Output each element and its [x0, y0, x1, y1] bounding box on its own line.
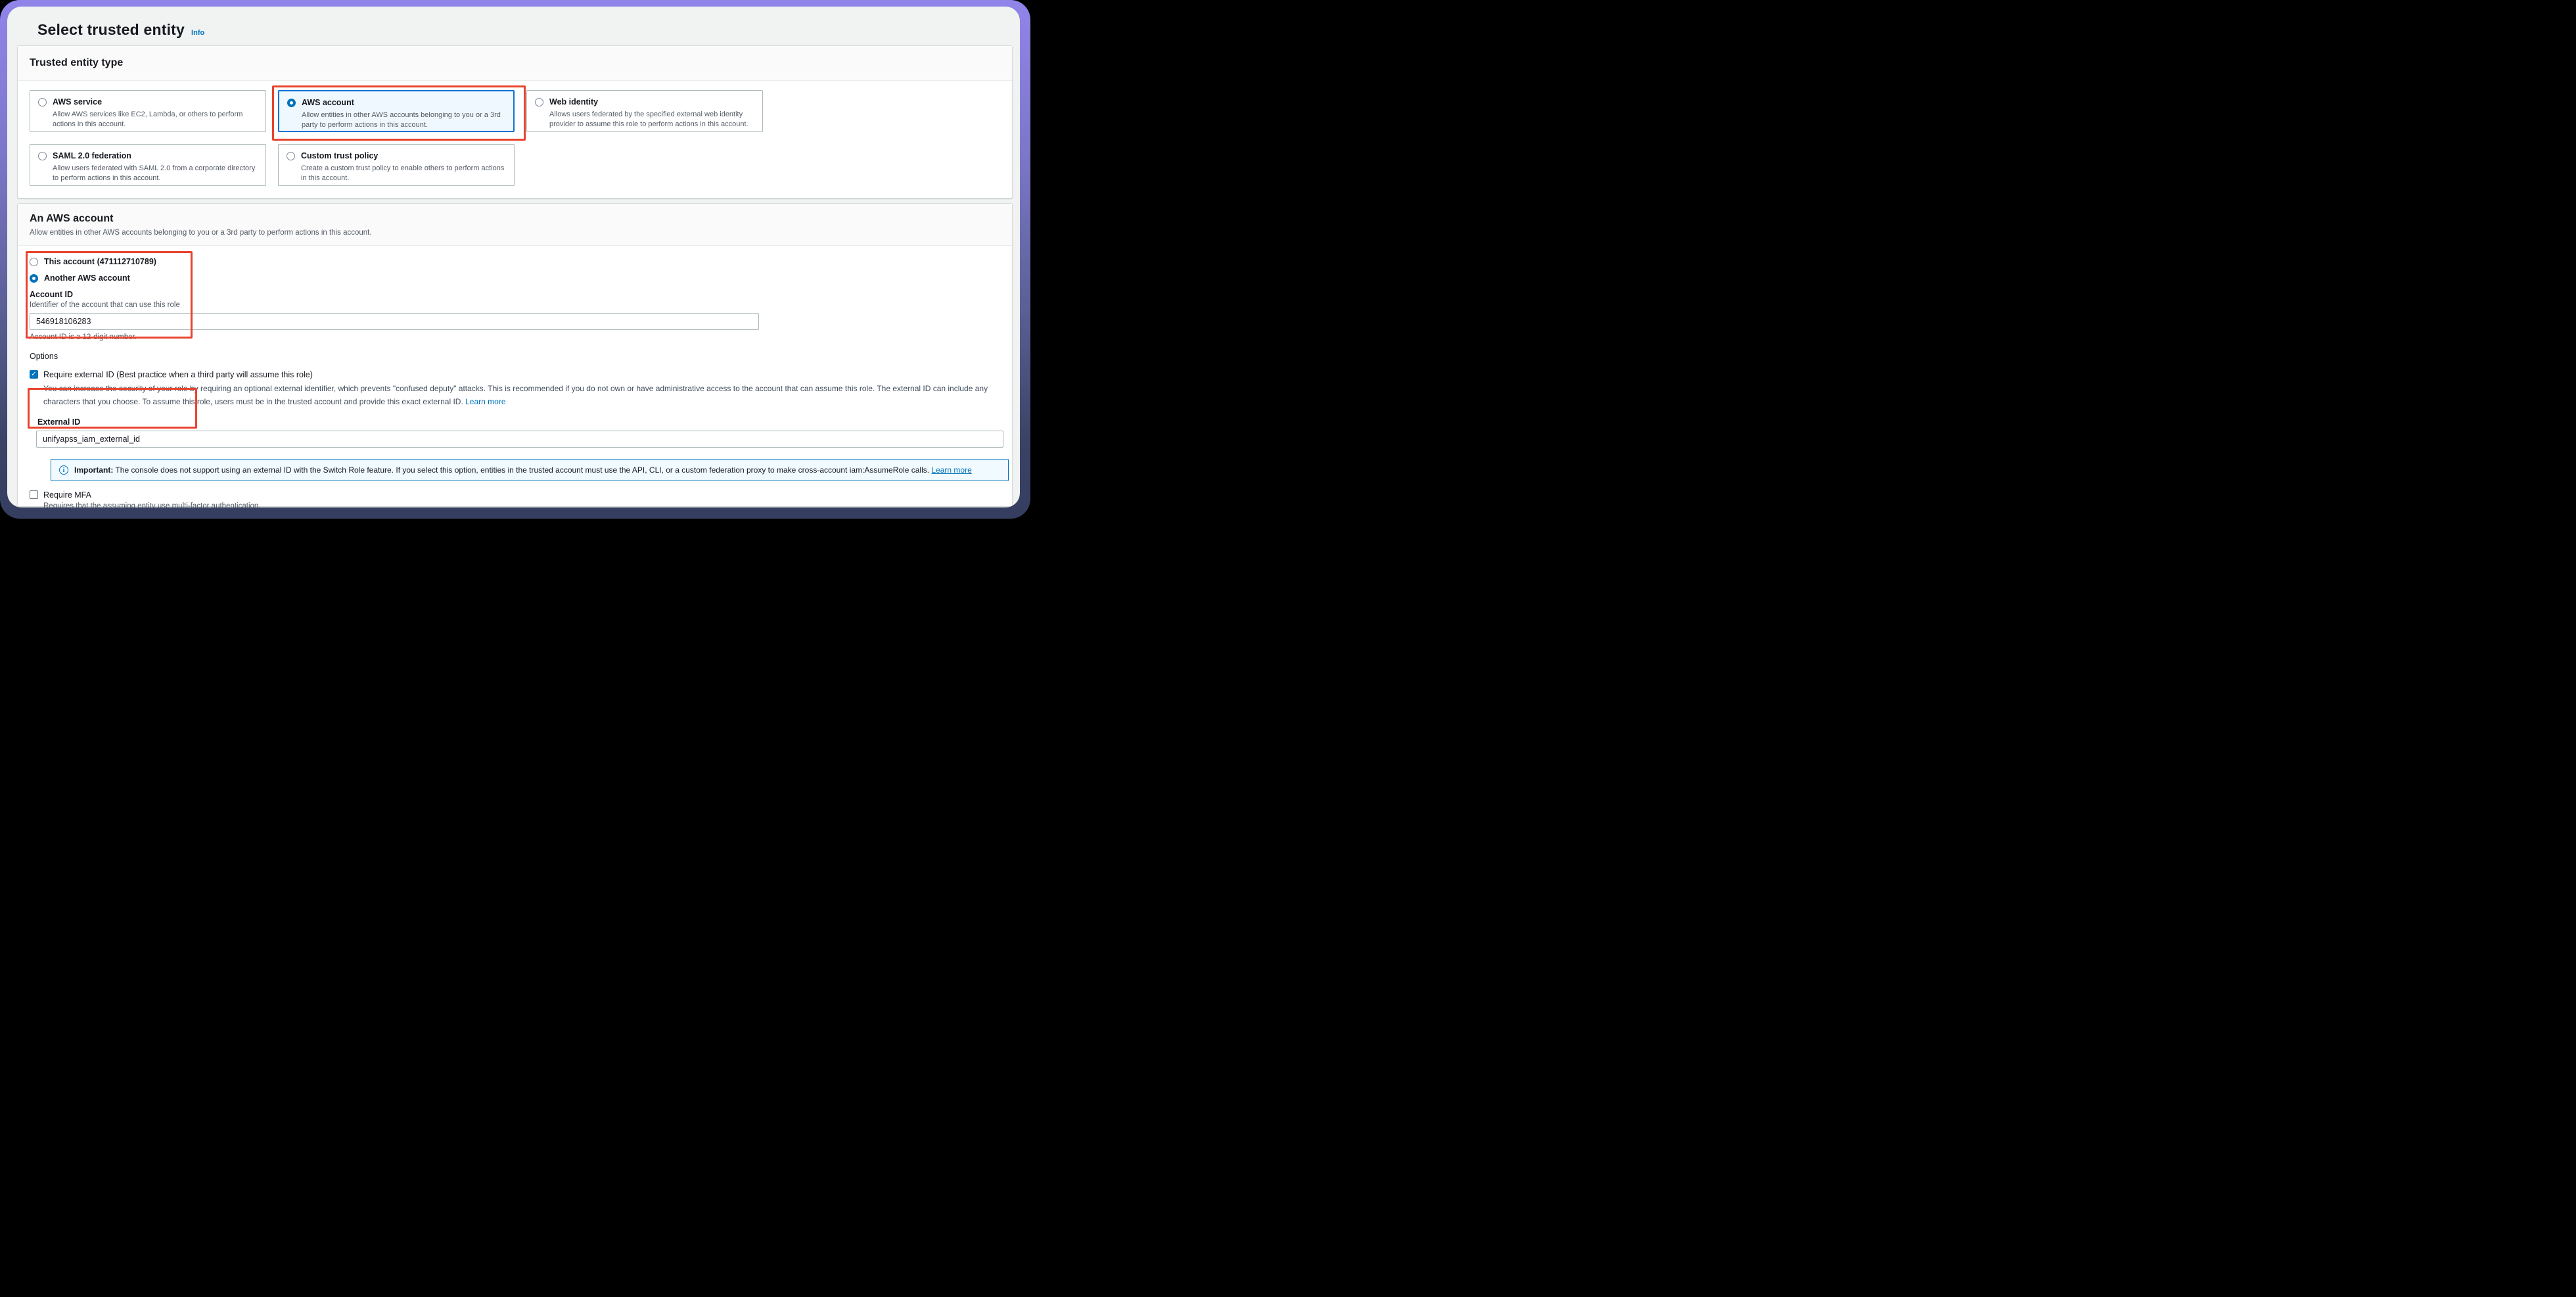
banner-text: Important: The console does not support … [74, 465, 972, 475]
banner-learn-more-link[interactable]: Learn more [931, 465, 971, 475]
radio-selected-icon[interactable] [287, 99, 296, 107]
tile-description: Create a custom trust policy to enable o… [301, 164, 506, 185]
tile-aws-account[interactable]: AWS account Allow entities in other AWS … [278, 90, 515, 132]
trusted-entity-type-header: Trusted entity type [18, 46, 1012, 81]
page-panel: Select trusted entity Info Trusted entit… [7, 7, 1020, 507]
options-label: Options [30, 352, 1000, 361]
tile-description: Allow AWS services like EC2, Lambda, or … [53, 110, 258, 131]
tile-label: Web identity [549, 97, 754, 108]
tile-custom-trust-policy[interactable]: Custom trust policy Create a custom trus… [278, 144, 515, 186]
trusted-entity-type-title: Trusted entity type [30, 57, 1000, 69]
description-text: You can increase the security of your ro… [43, 384, 988, 406]
tile-aws-service[interactable]: AWS service Allow AWS services like EC2,… [30, 90, 266, 132]
tile-description: Allows users federated by the specified … [549, 110, 754, 131]
info-icon: i [59, 465, 68, 475]
radio-another-aws-account[interactable]: Another AWS account [30, 273, 1000, 283]
account-id-label: Account ID [30, 290, 1000, 299]
radio-label: This account (471112710789) [44, 257, 156, 266]
checkbox-checked-icon[interactable]: ✓ [30, 370, 38, 379]
page-header: Select trusted entity Info [37, 21, 204, 39]
page-title: Select trusted entity [37, 21, 185, 39]
tile-label: AWS service [53, 97, 258, 108]
account-id-input[interactable] [30, 313, 759, 330]
checkbox-unchecked-icon[interactable] [30, 490, 38, 499]
radio-unselected-icon[interactable] [535, 98, 543, 106]
tile-label: Custom trust policy [301, 151, 506, 162]
tile-web-identity[interactable]: Web identity Allows users federated by t… [526, 90, 763, 132]
require-mfa-checkbox-row[interactable]: Require MFA [30, 490, 1000, 500]
an-aws-account-description: Allow entities in other AWS accounts bel… [30, 229, 372, 237]
account-id-helper: Account ID is a 12-digit number. [30, 333, 1000, 341]
checkbox-label: Require MFA [43, 490, 91, 500]
require-mfa-description: Requires that the assuming entity use mu… [43, 502, 1000, 507]
trusted-entity-tiles: AWS service Allow AWS services like EC2,… [30, 90, 1012, 186]
account-id-description: Identifier of the account that can use t… [30, 301, 1000, 309]
require-external-id-description: You can increase the security of your ro… [43, 383, 998, 409]
external-id-input[interactable] [36, 431, 1003, 448]
tile-label: AWS account [302, 97, 505, 109]
checkbox-label: Require external ID (Best practice when … [43, 369, 313, 380]
radio-label: Another AWS account [44, 273, 130, 283]
radio-unselected-icon[interactable] [38, 152, 47, 160]
an-aws-account-card: An AWS account Allow entities in other A… [17, 203, 1013, 507]
tile-description: Allow users federated with SAML 2.0 from… [53, 164, 258, 185]
an-aws-account-body: This account (471112710789) Another AWS … [18, 256, 1012, 507]
an-aws-account-header: An AWS account Allow entities in other A… [18, 204, 1012, 246]
banner-body: The console does not support using an ex… [113, 465, 931, 475]
radio-unselected-icon[interactable] [30, 258, 38, 266]
tile-description: Allow entities in other AWS accounts bel… [302, 110, 505, 131]
radio-unselected-icon[interactable] [287, 152, 295, 160]
important-info-banner: i Important: The console does not suppor… [51, 459, 1009, 481]
tile-saml-federation[interactable]: SAML 2.0 federation Allow users federate… [30, 144, 266, 186]
banner-prefix: Important: [74, 465, 113, 475]
tile-label: SAML 2.0 federation [53, 151, 258, 162]
radio-selected-icon[interactable] [30, 274, 38, 283]
radio-this-account[interactable]: This account (471112710789) [30, 256, 1000, 266]
info-link[interactable]: Info [191, 29, 204, 37]
require-external-id-checkbox-row[interactable]: ✓ Require external ID (Best practice whe… [30, 369, 1000, 380]
window-frame: Select trusted entity Info Trusted entit… [0, 0, 1030, 519]
external-id-label: External ID [37, 417, 1000, 427]
an-aws-account-title: An AWS account [30, 213, 113, 225]
radio-unselected-icon[interactable] [38, 98, 47, 106]
learn-more-link[interactable]: Learn more [465, 397, 505, 406]
trusted-entity-type-card: Trusted entity type AWS service Allow AW… [17, 45, 1013, 199]
